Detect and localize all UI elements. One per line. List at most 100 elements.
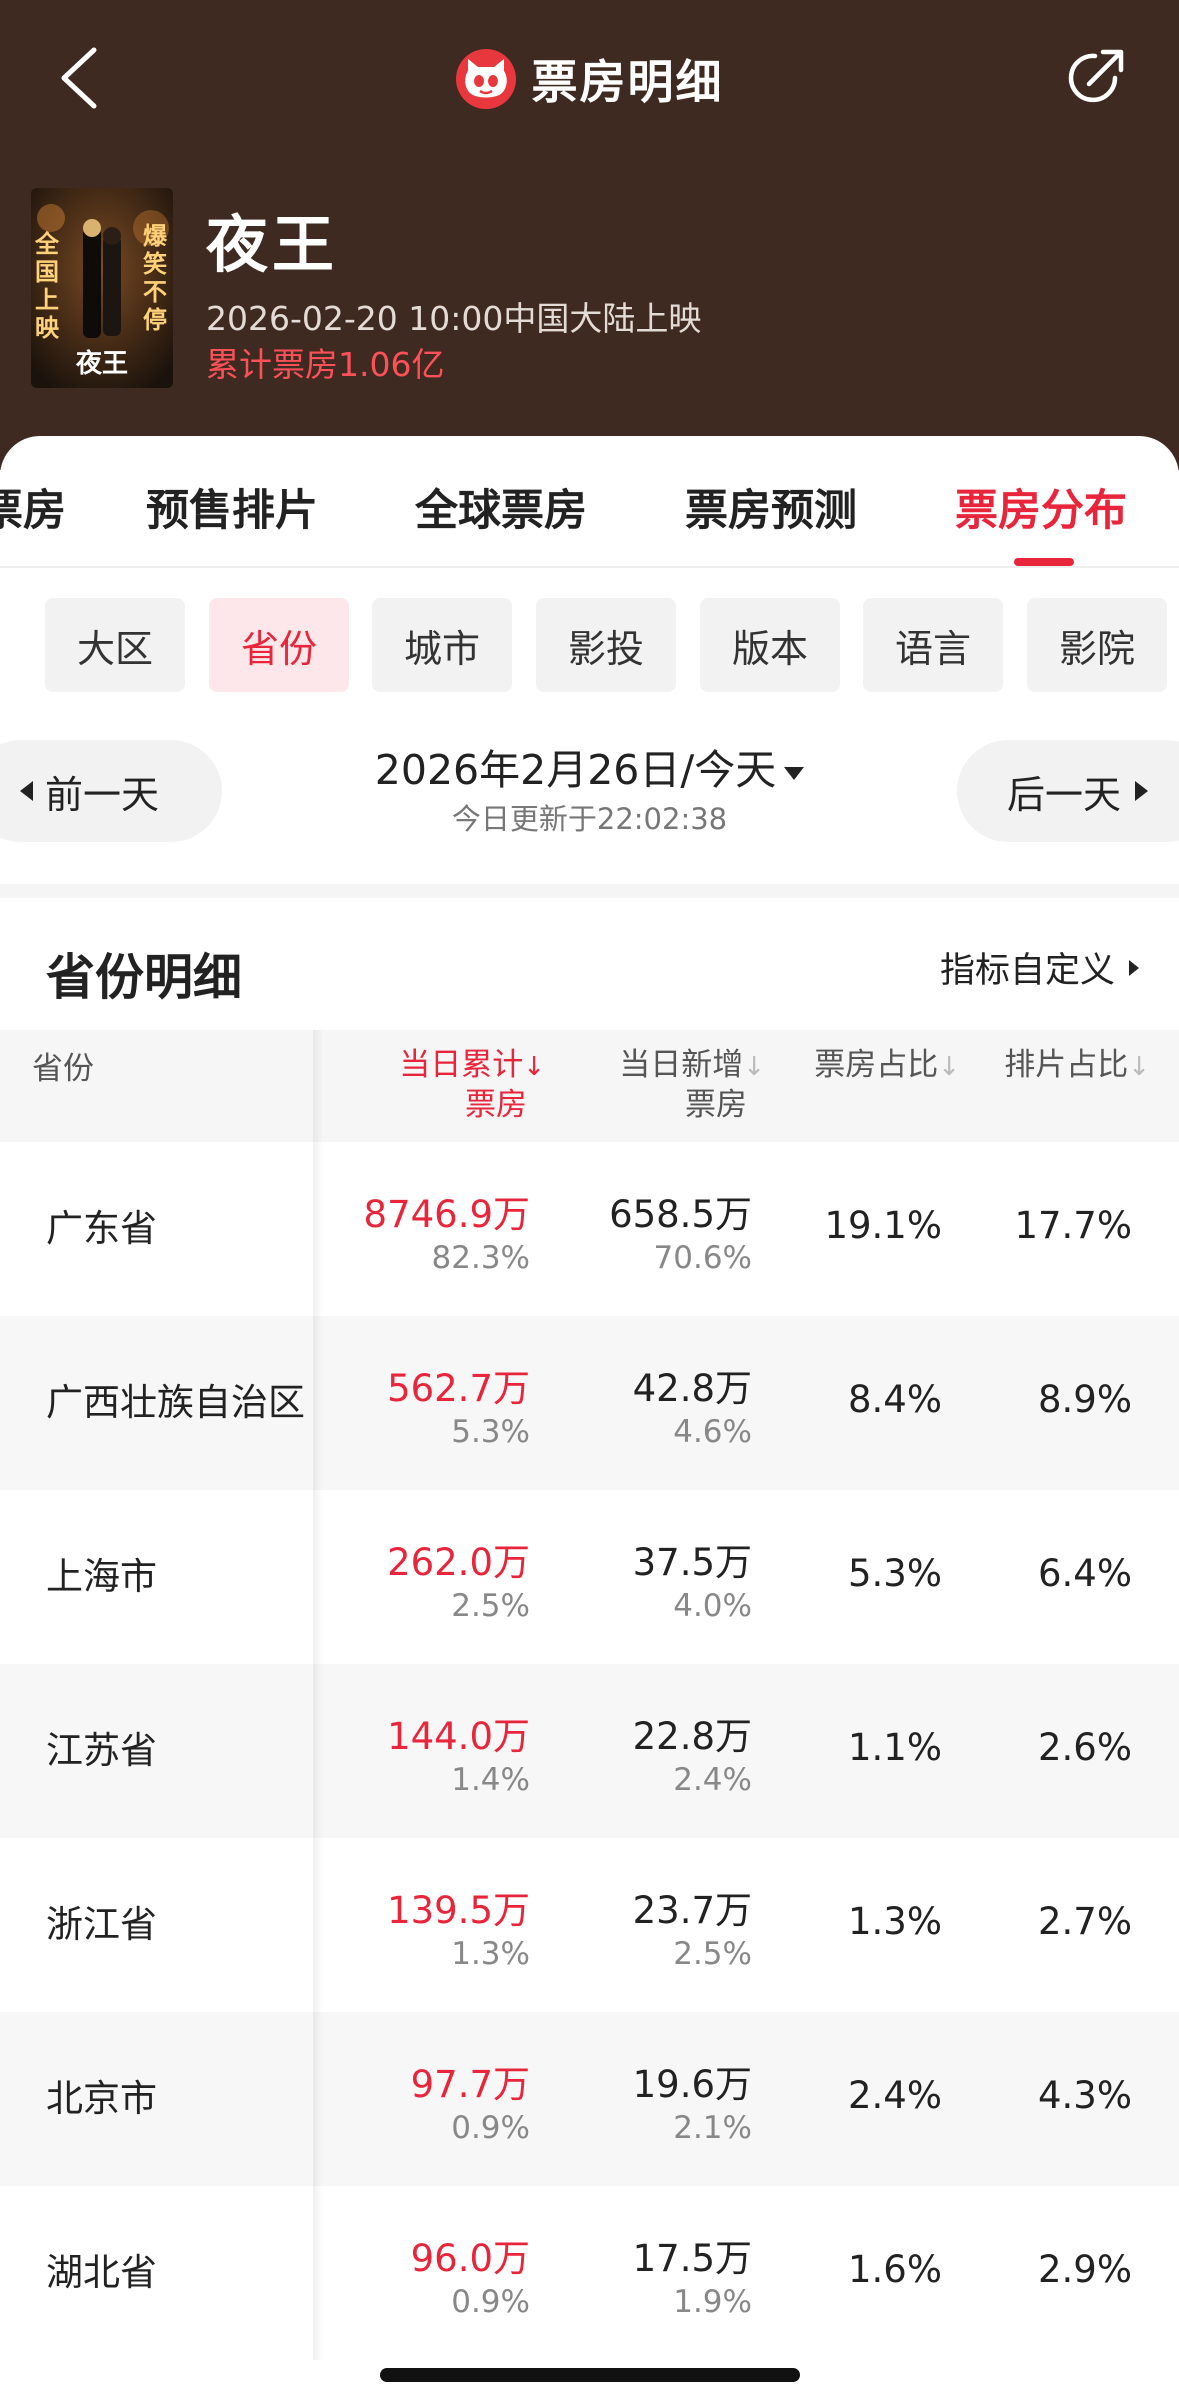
- col-new[interactable]: 当日新增↓ 票房: [560, 1046, 765, 1124]
- col-schedule[interactable]: 排片占比↓: [980, 1046, 1150, 1086]
- chip-cinema[interactable]: 影院: [1027, 598, 1167, 692]
- frozen-column-shadow: [313, 2186, 323, 2360]
- caret-left-icon: [20, 781, 33, 801]
- new-value: 37.5万: [632, 1541, 752, 1584]
- frozen-column-shadow: [313, 1316, 323, 1490]
- col-share-label: 票房占比: [814, 1047, 939, 1083]
- active-tab-indicator: [1014, 558, 1074, 566]
- cumulative-percent: 2.5%: [451, 1588, 530, 1624]
- tab-forecast[interactable]: 票房预测: [685, 476, 857, 538]
- sort-icon: ↓: [1128, 1052, 1150, 1082]
- content-card: 票房 预售排片 全球票房 票房预测 票房分布 大区 省份 城市 影投 版本 语言…: [0, 436, 1179, 2406]
- province-name: 广西壮族自治区: [46, 1381, 305, 1424]
- cumulative-value: 562.7万: [387, 1367, 530, 1410]
- chip-investor[interactable]: 影投: [536, 598, 676, 692]
- poster-title: 夜王: [75, 349, 128, 379]
- schedule-value: 2.7%: [1038, 1900, 1132, 1943]
- new-percent: 2.5%: [673, 1936, 752, 1972]
- schedule-value: 2.9%: [1038, 2248, 1132, 2291]
- poster-tagline-left: 全国上映: [35, 230, 59, 342]
- table-row[interactable]: 广东省 8746.9万 82.3% 658.5万 70.6% 19.1% 17.7%: [0, 1142, 1179, 1316]
- page-title: 票房明细: [531, 55, 724, 109]
- cumulative-percent: 1.3%: [451, 1936, 530, 1972]
- movie-name: 夜王: [206, 208, 339, 281]
- share-value: 8.4%: [848, 1378, 942, 1421]
- schedule-value: 2.6%: [1038, 1726, 1132, 1769]
- col-new-label: 当日新增: [619, 1047, 744, 1083]
- cumulative-value: 139.5万: [387, 1889, 530, 1932]
- share-value: 1.3%: [848, 1900, 942, 1943]
- cumulative-value: 262.0万: [387, 1541, 530, 1584]
- cat-logo-icon: [455, 49, 516, 109]
- share-value: 19.1%: [824, 1204, 942, 1247]
- schedule-value: 4.3%: [1038, 2074, 1132, 2117]
- home-indicator: [380, 2368, 800, 2382]
- header: 票房明细 全国上映 爆笑不停 夜王 夜王 2026-02-20 10:00中国大…: [0, 0, 1179, 470]
- new-value: 22.8万: [632, 1715, 752, 1758]
- prev-day-button[interactable]: 前一天: [0, 740, 222, 842]
- movie-poster[interactable]: 全国上映 爆笑不停 夜王: [31, 188, 173, 388]
- new-value: 19.6万: [632, 2063, 752, 2106]
- share-button[interactable]: [1061, 44, 1129, 112]
- schedule-value: 17.7%: [1014, 1204, 1132, 1247]
- province-name: 江苏省: [46, 1729, 157, 1772]
- province-name: 浙江省: [46, 1903, 157, 1946]
- tab-bar: 票房 预售排片 全球票房 票房预测 票房分布: [0, 436, 1179, 568]
- frozen-column-shadow: [313, 1142, 323, 1316]
- caret-right-icon: [1135, 781, 1149, 801]
- dimension-chips: 大区 省份 城市 影投 版本 语言 影院: [0, 598, 1179, 694]
- new-percent: 1.9%: [673, 2284, 752, 2320]
- chip-city[interactable]: 城市: [372, 598, 512, 692]
- cumulative-percent: 5.3%: [451, 1414, 530, 1450]
- caret-right-icon: [1129, 959, 1139, 976]
- sort-icon: ↓: [743, 1052, 765, 1082]
- col-cumulative-label: 当日累计: [399, 1047, 524, 1083]
- share-value: 1.1%: [848, 1726, 942, 1769]
- frozen-column-shadow: [313, 1490, 323, 1664]
- new-percent: 4.0%: [673, 1588, 752, 1624]
- new-percent: 4.6%: [673, 1414, 752, 1450]
- province-table: 省份 当日累计↓ 票房 当日新增↓ 票房 票房占比↓ 排片占比↓ 广东省 8746…: [0, 1030, 1179, 2360]
- cumulative-percent: 82.3%: [431, 1240, 530, 1276]
- cumulative-value: 144.0万: [387, 1715, 530, 1758]
- cumulative-percent: 0.9%: [451, 2110, 530, 2146]
- cumulative-value: 8746.9万: [363, 1193, 530, 1236]
- table-row[interactable]: 上海市 262.0万 2.5% 37.5万 4.0% 5.3% 6.4%: [0, 1490, 1179, 1664]
- chip-province[interactable]: 省份: [209, 598, 349, 692]
- chip-region[interactable]: 大区: [45, 598, 185, 692]
- next-day-button[interactable]: 后一天: [957, 740, 1179, 842]
- cumulative-value: 96.0万: [410, 2237, 530, 2280]
- table-row[interactable]: 江苏省 144.0万 1.4% 22.8万 2.4% 1.1% 2.6%: [0, 1664, 1179, 1838]
- customize-metrics-button[interactable]: 指标自定义: [940, 942, 1139, 993]
- col-new-label-2: 票房: [685, 1087, 747, 1123]
- tab-box-office[interactable]: 票房: [0, 476, 66, 538]
- table-body: 广东省 8746.9万 82.3% 658.5万 70.6% 19.1% 17.7% 广西壮族…: [0, 1142, 1179, 2360]
- province-name: 广东省: [46, 1207, 157, 1250]
- share-value: 2.4%: [848, 2074, 942, 2117]
- province-name: 北京市: [46, 2077, 157, 2120]
- table-row[interactable]: 湖北省 96.0万 0.9% 17.5万 1.9% 1.6% 2.9%: [0, 2186, 1179, 2360]
- table-row[interactable]: 北京市 97.7万 0.9% 19.6万 2.1% 2.4% 4.3%: [0, 2012, 1179, 2186]
- tab-global-box-office[interactable]: 全球票房: [415, 476, 587, 538]
- frozen-column-shadow: [313, 1030, 323, 1142]
- tab-distribution[interactable]: 票房分布: [955, 476, 1127, 538]
- new-value: 23.7万: [632, 1889, 752, 1932]
- chip-version[interactable]: 版本: [700, 598, 840, 692]
- new-percent: 2.1%: [673, 2110, 752, 2146]
- share-value: 5.3%: [848, 1552, 942, 1595]
- customize-label: 指标自定义: [939, 951, 1115, 991]
- col-cumulative-label-2: 票房: [465, 1087, 527, 1123]
- chip-language[interactable]: 语言: [863, 598, 1003, 692]
- col-share[interactable]: 票房占比↓: [790, 1046, 960, 1086]
- section-title: 省份明细: [46, 949, 243, 1006]
- sort-icon: ↓: [938, 1052, 960, 1082]
- tab-presale-schedule[interactable]: 预售排片: [146, 476, 318, 538]
- col-province: 省份: [32, 1051, 94, 1087]
- table-row[interactable]: 浙江省 139.5万 1.3% 23.7万 2.5% 1.3% 2.7%: [0, 1838, 1179, 2012]
- table-header: 省份 当日累计↓ 票房 当日新增↓ 票房 票房占比↓ 排片占比↓: [0, 1030, 1179, 1142]
- table-row[interactable]: 广西壮族自治区 562.7万 5.3% 42.8万 4.6% 8.4% 8.9%: [0, 1316, 1179, 1490]
- share-value: 1.6%: [848, 2248, 942, 2291]
- cumulative-percent: 1.4%: [451, 1762, 530, 1798]
- col-cumulative[interactable]: 当日累计↓ 票房: [340, 1046, 545, 1124]
- next-day-label: 后一天: [1007, 772, 1122, 817]
